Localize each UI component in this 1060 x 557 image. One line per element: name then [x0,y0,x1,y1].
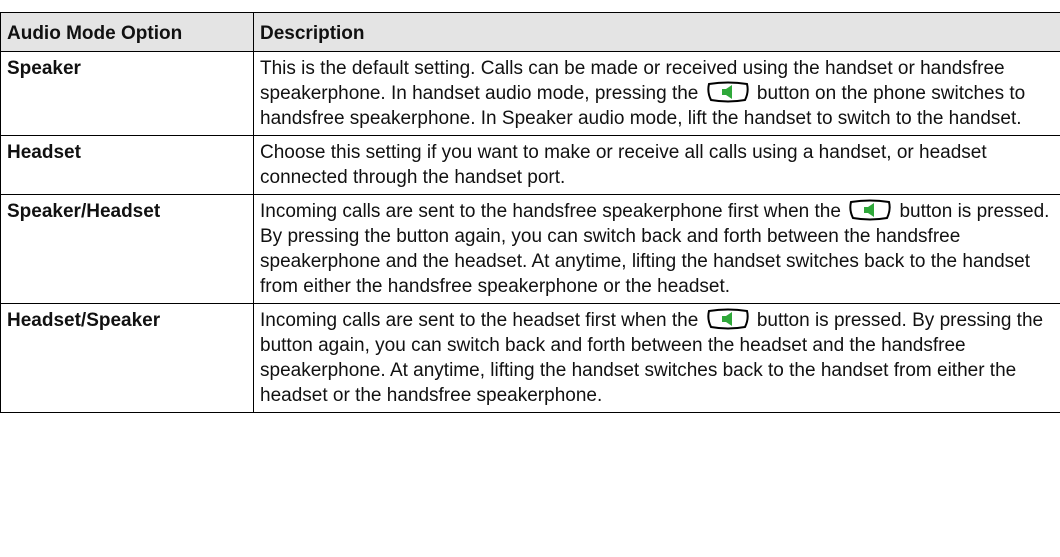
description-text: Incoming calls are sent to the handsfree… [260,201,847,222]
header-audio-mode-option: Audio Mode Option [0,12,254,52]
table-row: Speaker This is the default setting. Cal… [0,51,1060,136]
option-name: Headset [0,135,254,195]
table-body: Speaker This is the default setting. Cal… [0,51,1060,413]
header-description: Description [253,12,1060,52]
option-name: Speaker/Headset [0,194,254,304]
option-description: Choose this setting if you want to make … [253,135,1060,195]
option-description: Incoming calls are sent to the handsfree… [253,194,1060,304]
table-row: Headset Choose this setting if you want … [0,135,1060,195]
table-row: Speaker/Headset Incoming calls are sent … [0,194,1060,304]
header-row: Audio Mode Option Description [0,12,1060,52]
table-row: Headset/Speaker Incoming calls are sent … [0,303,1060,413]
option-description: This is the default setting. Calls can b… [253,51,1060,136]
table-header: Audio Mode Option Description [0,12,1060,52]
option-description: Incoming calls are sent to the headset f… [253,303,1060,413]
speaker-button-icon [706,308,750,330]
description-text: Choose this setting if you want to make … [260,142,987,188]
speaker-button-icon [848,199,892,221]
option-name: Headset/Speaker [0,303,254,413]
option-name: Speaker [0,51,254,136]
speaker-button-icon [706,81,750,103]
audio-mode-table: Audio Mode Option Description Speaker Th… [0,12,1060,413]
description-text: Incoming calls are sent to the headset f… [260,310,704,331]
